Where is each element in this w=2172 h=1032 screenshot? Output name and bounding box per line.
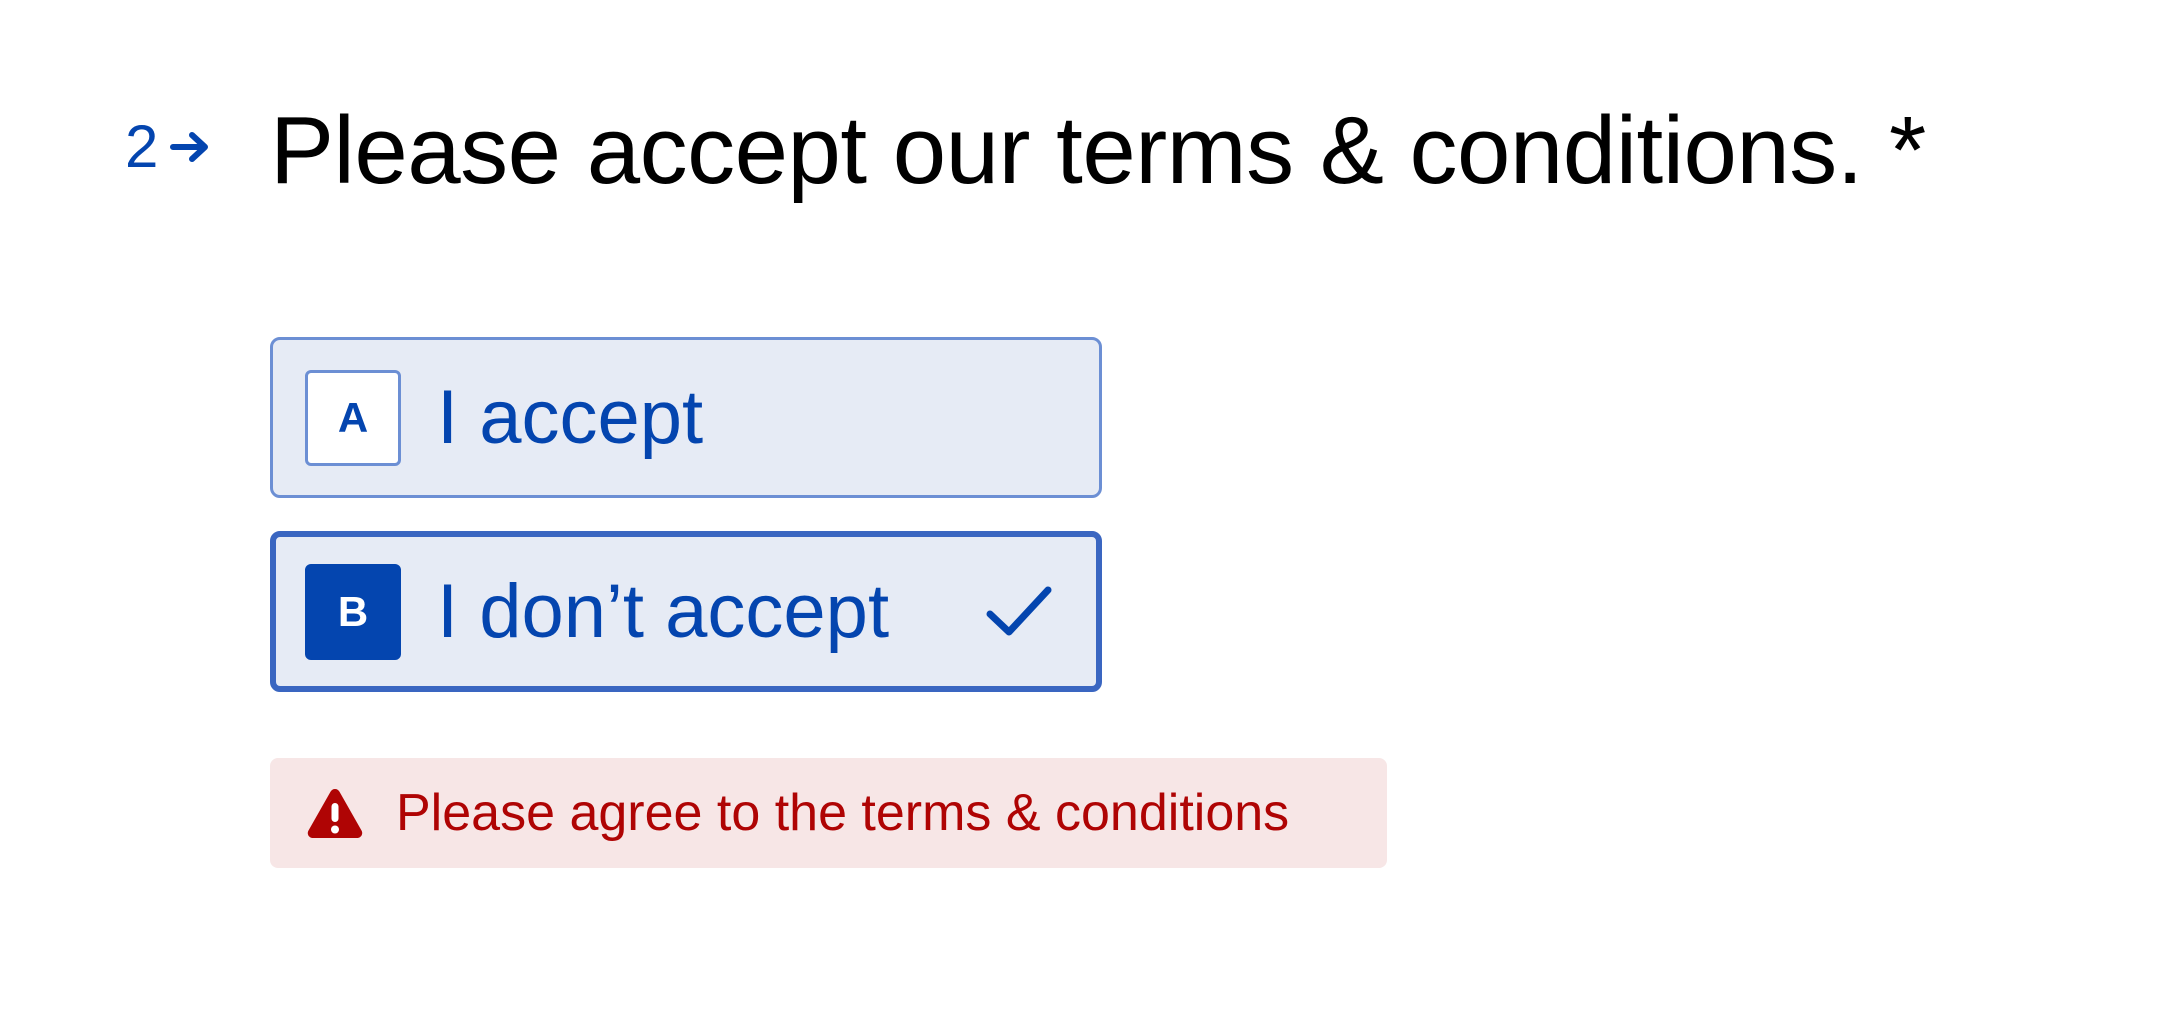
choice-key-b: B — [305, 563, 401, 660]
question-number-label: 2 — [125, 113, 159, 180]
error-message-box: Please agree to the terms & conditions — [270, 758, 1387, 868]
choice-label-a: I accept — [437, 374, 704, 460]
choice-option-a[interactable]: A I accept — [270, 337, 1102, 498]
question-title-text: Please accept our terms & conditions. — [270, 97, 1863, 204]
choice-list: A I accept B I don’t accept — [270, 337, 1102, 692]
choice-key-a: A — [305, 369, 401, 466]
error-message-text: Please agree to the terms & conditions — [396, 784, 1290, 842]
required-marker: * — [1888, 97, 1926, 204]
check-icon — [984, 582, 1054, 642]
arrow-right-icon — [170, 130, 212, 164]
question-title: Please accept our terms & conditions. * — [270, 96, 1926, 206]
choice-label-b: I don’t accept — [437, 568, 890, 654]
choice-option-b[interactable]: B I don’t accept — [270, 531, 1102, 692]
question-number: 2 — [125, 112, 212, 182]
warning-icon — [306, 786, 364, 840]
